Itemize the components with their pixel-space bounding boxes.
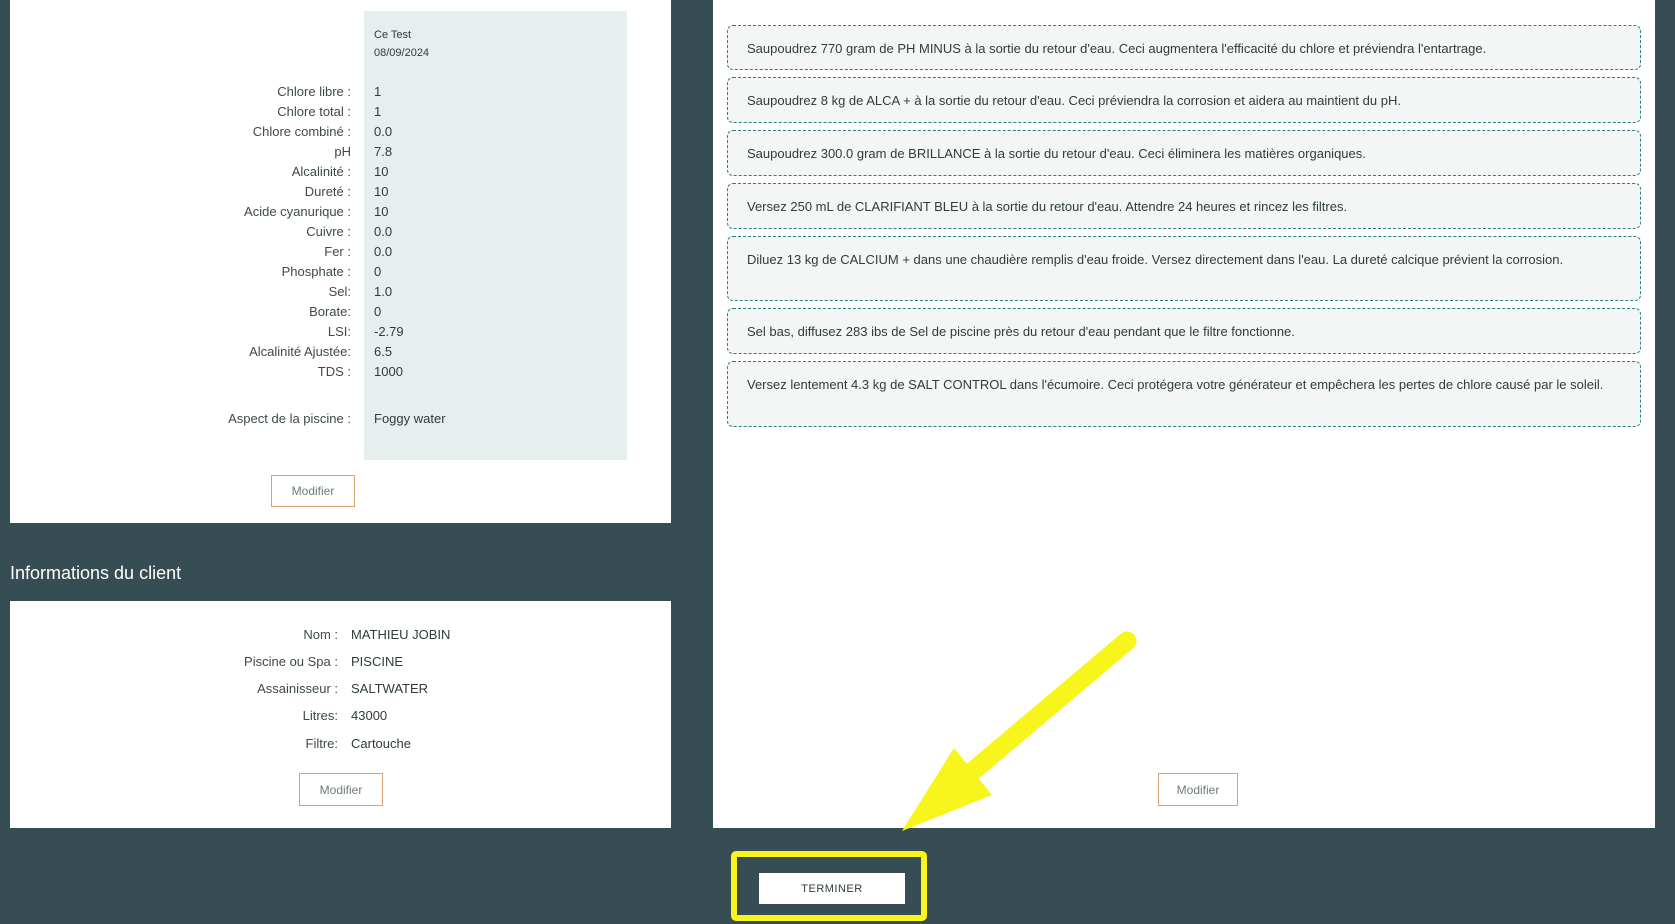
value-client-name: MATHIEU JOBIN bbox=[351, 627, 451, 642]
test-result-column: Ce Test 08/09/2024 bbox=[364, 11, 627, 460]
recommendation-item: Versez 250 mL de CLARIFIANT BLEU à la so… bbox=[727, 183, 1641, 229]
value-copper: 0.0 bbox=[374, 224, 393, 239]
recommendation-item: Versez lentement 4.3 kg de SALT CONTROL … bbox=[727, 361, 1641, 427]
value-combined-chlorine: 0.0 bbox=[374, 124, 393, 139]
label-filter: Filtre: bbox=[305, 736, 339, 751]
value-alkalinity: 10 bbox=[374, 164, 389, 179]
modify-client-button[interactable]: Modifier bbox=[299, 773, 383, 806]
recommendation-item: Saupoudrez 770 gram de PH MINUS à la sor… bbox=[727, 25, 1641, 70]
label-adjusted-alkalinity: Alcalinité Ajustée: bbox=[249, 344, 351, 359]
label-hardness: Dureté : bbox=[304, 184, 351, 199]
finish-button[interactable]: TERMINER bbox=[759, 873, 905, 904]
value-ph: 7.8 bbox=[374, 144, 393, 159]
modify-recommendations-button[interactable]: Modifier bbox=[1158, 773, 1238, 806]
label-total-chlorine: Chlore total : bbox=[277, 104, 351, 119]
value-filter: Cartouche bbox=[351, 736, 411, 751]
label-liters: Litres: bbox=[302, 708, 338, 723]
label-ph: pH bbox=[334, 144, 351, 159]
label-alkalinity: Alcalinité : bbox=[291, 164, 351, 179]
value-pool-or-spa: PISCINE bbox=[351, 654, 404, 669]
recommendation-item: Saupoudrez 8 kg de ALCA + à la sortie du… bbox=[727, 77, 1641, 123]
value-sanitizer: SALTWATER bbox=[351, 681, 429, 696]
label-borate: Borate: bbox=[309, 304, 351, 319]
label-cyanuric-acid: Acide cyanurique : bbox=[244, 204, 351, 219]
test-date: 08/09/2024 bbox=[374, 47, 430, 59]
label-phosphate: Phosphate : bbox=[281, 264, 351, 279]
water-test-panel: Ce Test 08/09/2024 Chlore libre : 1 Chlo… bbox=[10, 0, 671, 523]
label-pool-aspect: Aspect de la piscine : bbox=[228, 411, 351, 426]
label-iron: Fer : bbox=[324, 244, 351, 259]
test-name: Ce Test bbox=[374, 29, 412, 41]
value-tds: 1000 bbox=[374, 364, 403, 379]
value-cyanuric-acid: 10 bbox=[374, 204, 389, 219]
label-client-name: Nom : bbox=[303, 627, 338, 642]
recommendation-item: Diluez 13 kg de CALCIUM + dans une chaud… bbox=[727, 236, 1641, 301]
value-adjusted-alkalinity: 6.5 bbox=[374, 344, 393, 359]
label-sanitizer: Assainisseur : bbox=[257, 681, 338, 696]
label-tds: TDS : bbox=[317, 364, 351, 379]
value-phosphate: 0 bbox=[374, 264, 382, 279]
value-borate: 0 bbox=[374, 304, 382, 319]
label-combined-chlorine: Chlore combiné : bbox=[252, 124, 351, 139]
client-info-panel: Nom : MATHIEU JOBIN Piscine ou Spa : PIS… bbox=[10, 601, 671, 828]
recommendation-item: Saupoudrez 300.0 gram de BRILLANCE à la … bbox=[727, 130, 1641, 176]
client-section-title: Informations du client bbox=[10, 563, 182, 583]
label-salt: Sel: bbox=[328, 284, 351, 299]
value-iron: 0.0 bbox=[374, 244, 393, 259]
value-hardness: 10 bbox=[374, 184, 389, 199]
value-liters: 43000 bbox=[351, 708, 388, 723]
label-copper: Cuivre : bbox=[306, 224, 351, 239]
value-lsi: -2.79 bbox=[374, 324, 404, 339]
recommendation-item: Sel bas, diffusez 283 ibs de Sel de pisc… bbox=[727, 308, 1641, 354]
value-total-chlorine: 1 bbox=[374, 104, 382, 119]
modify-water-test-button[interactable]: Modifier bbox=[271, 475, 355, 507]
label-lsi: LSI: bbox=[327, 324, 351, 339]
label-free-chlorine: Chlore libre : bbox=[277, 84, 351, 99]
label-pool-or-spa: Piscine ou Spa : bbox=[244, 654, 338, 669]
value-free-chlorine: 1 bbox=[374, 84, 382, 99]
recommendations-panel: Saupoudrez 770 gram de PH MINUS à la sor… bbox=[713, 0, 1655, 828]
value-pool-aspect: Foggy water bbox=[374, 411, 446, 426]
value-salt: 1.0 bbox=[374, 284, 393, 299]
